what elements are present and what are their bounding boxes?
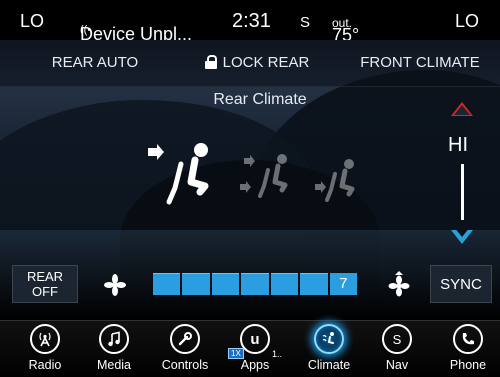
- rear-off-button[interactable]: REAR OFF: [12, 265, 78, 303]
- airflow-face-mode-button[interactable]: [145, 140, 220, 210]
- airflow-bilevel-mode-button[interactable]: [238, 152, 298, 200]
- nav-apps-label: Apps: [240, 358, 270, 372]
- airflow-floor-mode-button[interactable]: [313, 158, 363, 202]
- seat-bilevel-vent-icon: [240, 154, 288, 198]
- status-bar: LO ((• Device Unpl... 2:31 S 75° out. LO: [0, 0, 500, 45]
- nav-media-label: Media: [96, 358, 132, 372]
- climate-icon: [314, 324, 344, 354]
- seat-face-vent-icon: [148, 143, 209, 205]
- rear-auto-button[interactable]: REAR AUTO: [20, 40, 170, 86]
- fan-speed-segment[interactable]: [270, 273, 299, 295]
- climate-tab-row: REAR AUTO LOCK REAR FRONT CLIMATE: [0, 40, 500, 87]
- nav-phone-label: Phone: [449, 358, 487, 372]
- fan-speed-level[interactable]: 7: [329, 273, 357, 295]
- apps-more-indicator: 1..: [272, 349, 283, 359]
- fan-speed-segment[interactable]: [241, 273, 269, 295]
- nav-climate-label: Climate: [307, 358, 351, 372]
- fan-speed-bar[interactable]: 7: [153, 273, 357, 295]
- rear-temp-value: HI: [448, 134, 468, 156]
- fan-speed-segment[interactable]: [182, 273, 210, 295]
- phone-icon: [453, 324, 483, 354]
- nav-nav-label: Nav: [385, 358, 409, 372]
- wrench-icon: [170, 324, 200, 354]
- rear-off-label-line1: REAR: [26, 269, 64, 284]
- page-title: Rear Climate: [213, 91, 307, 108]
- climate-screen: LO ((• Device Unpl... 2:31 S 75° out. LO …: [0, 0, 500, 377]
- music-note-icon: [99, 324, 129, 354]
- lock-rear-label: LOCK REAR: [222, 54, 310, 71]
- fan-speed-segment[interactable]: [153, 273, 181, 295]
- rear-off-label-line2: OFF: [32, 284, 58, 299]
- fan-increase-icon[interactable]: [385, 271, 413, 304]
- nav-media[interactable]: Media: [79, 324, 149, 372]
- seat-floor-vent-icon: [315, 159, 355, 202]
- fan-decrease-icon[interactable]: [104, 274, 126, 301]
- nav-controls[interactable]: Controls: [150, 324, 220, 372]
- temp-up-arrow-icon[interactable]: [451, 102, 473, 116]
- nav-controls-label: Controls: [161, 358, 209, 372]
- clock: 2:31: [232, 10, 271, 32]
- drive-mode: S: [300, 14, 311, 31]
- fan-speed-segment[interactable]: [211, 273, 240, 295]
- temp-slider[interactable]: [461, 164, 464, 220]
- lock-rear-button[interactable]: LOCK REAR: [182, 40, 332, 86]
- uconnect-apps-icon: u: [240, 324, 270, 354]
- radio-antenna-icon: [30, 324, 60, 354]
- nav-radio-label: Radio: [28, 358, 62, 372]
- nav-nav[interactable]: S Nav: [362, 324, 432, 372]
- fan-speed-segment[interactable]: [300, 273, 328, 295]
- nav-climate[interactable]: Climate: [294, 324, 364, 372]
- sync-button[interactable]: SYNC: [430, 265, 492, 303]
- driver-temp-readout[interactable]: LO: [20, 11, 44, 32]
- temp-down-arrow-icon[interactable]: [451, 227, 473, 244]
- nav-phone[interactable]: Phone: [433, 324, 500, 372]
- lock-icon: [204, 55, 217, 69]
- apps-badge: 1X: [228, 348, 244, 359]
- nav-radio[interactable]: Radio: [10, 324, 80, 372]
- outside-temp: 75° out.: [332, 14, 359, 45]
- passenger-temp-readout[interactable]: LO: [455, 11, 479, 32]
- compass-s-icon: S: [382, 324, 412, 354]
- front-climate-button[interactable]: FRONT CLIMATE: [340, 40, 500, 86]
